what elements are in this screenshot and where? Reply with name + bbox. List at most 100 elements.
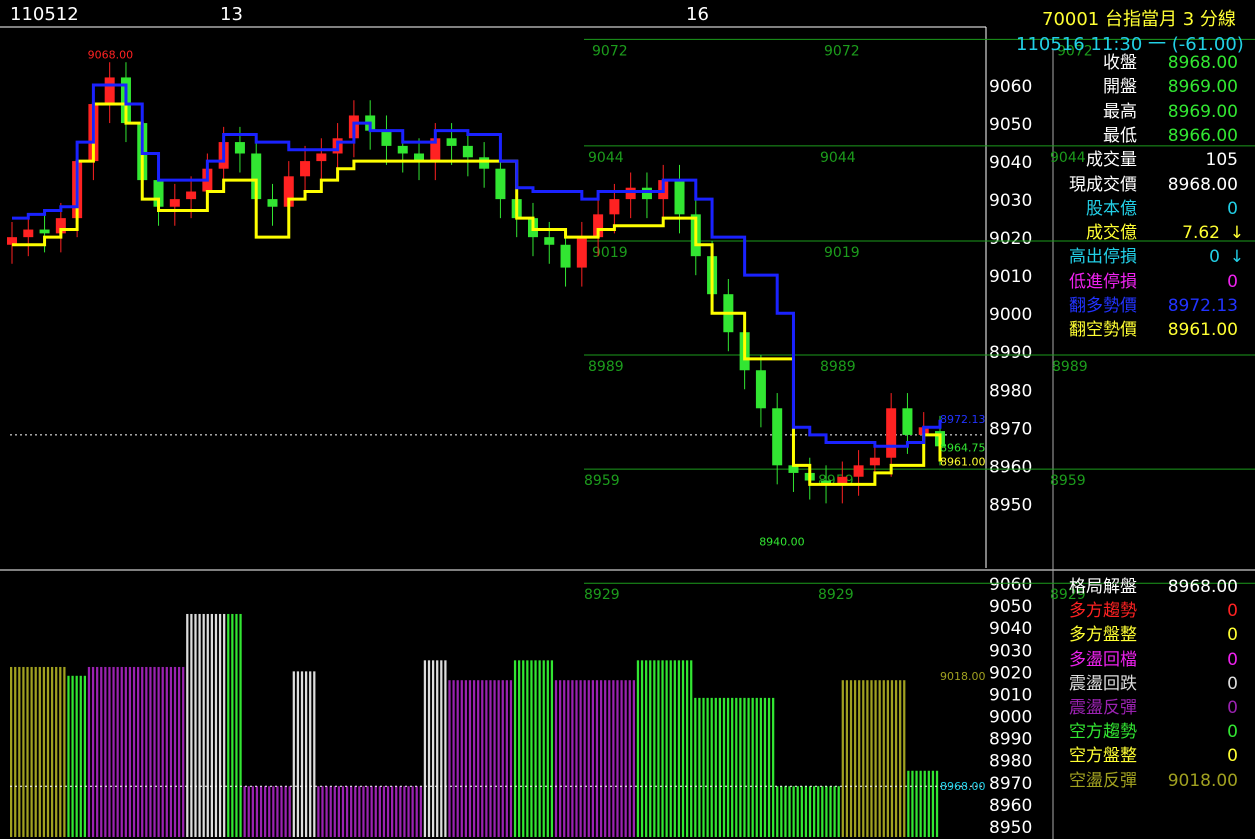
status-bar: [18, 666, 21, 837]
status-bar: [907, 770, 910, 837]
candle-body: [234, 142, 245, 154]
status-bar: [460, 680, 463, 837]
status-bar: [751, 697, 754, 837]
status-bar: [931, 770, 935, 837]
status-bar: [296, 671, 300, 837]
date-label: 110512: [10, 4, 79, 25]
status-bar: [313, 671, 316, 837]
status-bar: [825, 786, 828, 837]
status-bar: [911, 770, 914, 837]
status-bar: [694, 697, 697, 837]
status-bar: [505, 680, 508, 837]
status-bar: [42, 666, 46, 837]
panel-value: 7.62: [1182, 223, 1220, 244]
status-bar: [866, 680, 869, 837]
status-bar: [341, 786, 345, 837]
status-bar: [550, 660, 554, 837]
status-bar: [83, 675, 86, 837]
y-tick-label: 9030: [989, 191, 1032, 211]
candle-body: [495, 168, 506, 200]
panel-value: 0: [1227, 601, 1238, 622]
candle-body: [169, 199, 180, 207]
status-bar: [755, 697, 758, 837]
panel-value: 0: [1227, 198, 1238, 219]
status-bar: [878, 680, 881, 837]
status-bar: [231, 613, 234, 837]
status-bar: [34, 666, 37, 837]
candle-body: [755, 370, 766, 409]
y-tick-label: 8980: [989, 381, 1032, 401]
y-tick-label: 8980: [989, 752, 1032, 772]
status-bar: [554, 680, 558, 837]
y-tick-label: 9000: [989, 305, 1032, 325]
y-tick-label: 9040: [989, 153, 1032, 173]
status-bar: [739, 697, 742, 837]
status-bar: [849, 680, 853, 837]
panel-label: 成交億: [1086, 223, 1137, 244]
status-bar: [247, 786, 250, 837]
status-bar: [784, 786, 787, 837]
panel-value: 0: [1227, 625, 1238, 646]
status-bar: [268, 786, 271, 837]
panel-label: 股本億: [1086, 198, 1137, 219]
panel-value: 0: [1227, 673, 1238, 694]
status-bar: [38, 666, 41, 837]
panel-row: 低進停損 0: [1060, 270, 1250, 294]
candle-body: [300, 161, 311, 177]
panel-row: 空盪反彈 9018.00: [1060, 769, 1250, 793]
grid-level-label: 9072: [824, 43, 860, 59]
status-bar: [10, 666, 13, 837]
status-bar: [894, 680, 898, 837]
panel-row: 多方趨勢 0: [1060, 599, 1250, 623]
candle-body: [186, 191, 197, 200]
status-bar: [218, 613, 222, 837]
status-bar: [780, 786, 783, 837]
status-bar: [317, 786, 320, 837]
status-bar: [223, 613, 226, 837]
status-bar: [370, 786, 373, 837]
status-bar: [706, 697, 709, 837]
status-bar: [632, 680, 635, 837]
panel-row: 高出停損 0 ↓: [1060, 245, 1250, 269]
panel-value: 0: [1227, 271, 1238, 292]
grid-level-label: 9044: [820, 150, 856, 166]
panel-row: 格局解盤 8968.00: [1060, 575, 1250, 599]
y-tick-label: 9020: [989, 663, 1032, 683]
arrow-down-icon: ↓: [1229, 247, 1244, 268]
status-bar: [677, 660, 681, 837]
panel-row: 震盪反彈 0: [1060, 696, 1250, 720]
price-marker-label: 8964.75: [940, 441, 986, 454]
y-tick-label: 8950: [989, 495, 1032, 515]
status-bar: [280, 786, 283, 837]
status-bar: [616, 680, 619, 837]
low-annotation: 8940.00: [759, 535, 805, 548]
status-bar: [448, 680, 451, 837]
status-bar: [645, 660, 648, 837]
status-bar: [862, 680, 865, 837]
status-bar: [919, 770, 922, 837]
status-bar: [440, 660, 443, 837]
panel-row: 震盪回跌 0: [1060, 672, 1250, 696]
status-bar: [71, 675, 74, 837]
status-bar: [87, 666, 91, 837]
panel-label: 開盤: [1103, 77, 1137, 98]
high-annotation: 9068.00: [88, 49, 133, 62]
status-bar: [300, 671, 304, 837]
status-bar: [776, 786, 779, 837]
panel-row: 多盪回檔 0: [1060, 648, 1250, 672]
status-bar: [292, 671, 295, 837]
status-bar: [182, 666, 185, 837]
status-bar: [46, 666, 50, 837]
y-tick-label: 8960: [989, 457, 1032, 477]
status-bar: [149, 666, 152, 837]
status-bar: [403, 786, 406, 837]
status-bar: [169, 666, 173, 837]
day-16-label: 16: [686, 4, 709, 25]
panel-label: 空方盤整: [1069, 746, 1137, 767]
status-bar: [251, 786, 254, 837]
status-bar: [436, 660, 439, 837]
status-bar: [546, 660, 549, 837]
status-bar: [538, 660, 541, 837]
status-bar: [464, 680, 468, 837]
panel-value: 0: [1227, 746, 1238, 767]
